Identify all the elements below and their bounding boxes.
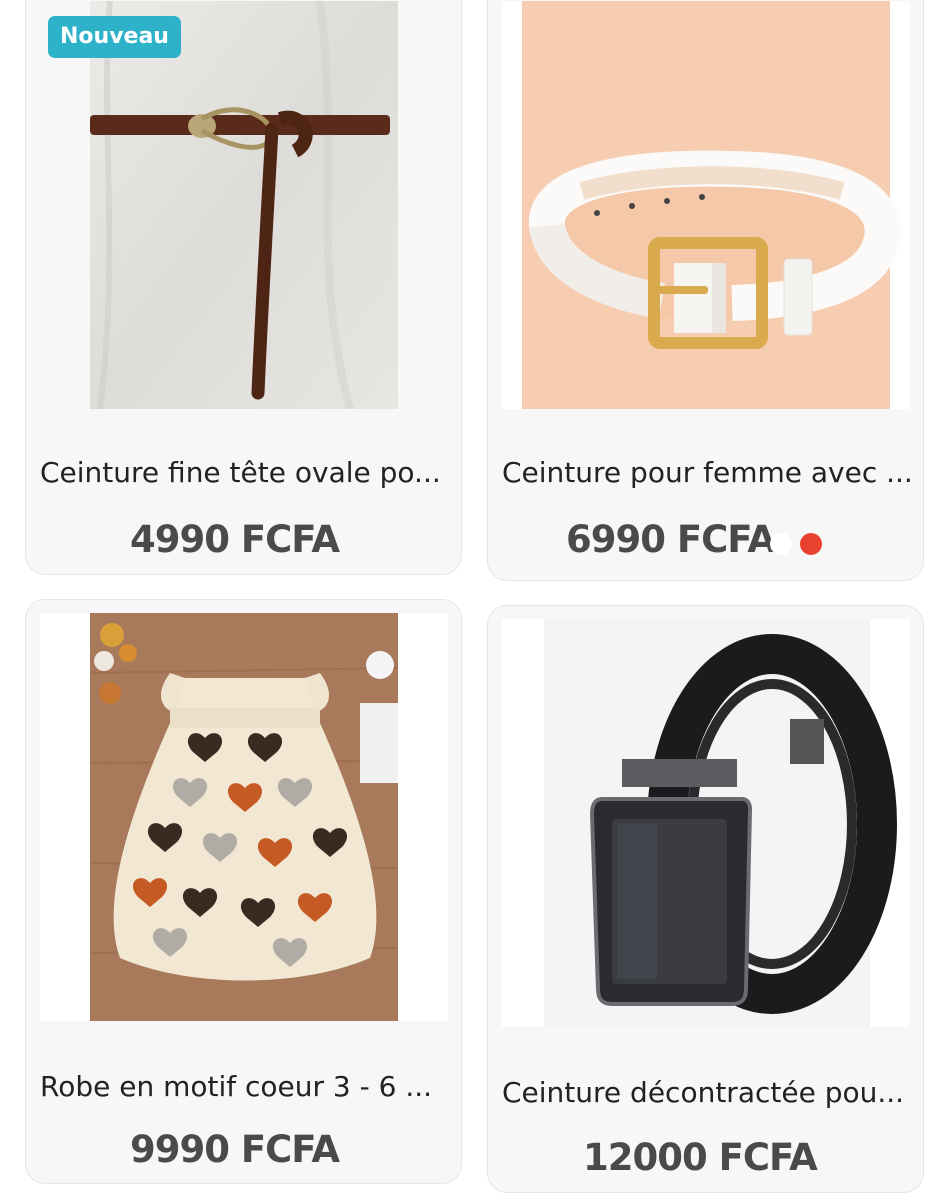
product-image[interactable] (502, 1, 910, 409)
carousel-dot-active[interactable] (800, 533, 822, 555)
product-card[interactable]: Robe en motif coeur 3 - 6 ... 9990 FCFA (25, 599, 462, 1184)
carousel-dot[interactable] (770, 533, 792, 555)
product-card[interactable]: Ceinture pour femme avec ... 6990 FCFA (487, 0, 924, 581)
product-image[interactable] (40, 613, 448, 1021)
black-leather-belt-photo (502, 619, 910, 1027)
heart-print-dress-photo (40, 613, 448, 1021)
product-price: 4990 FCFA (130, 518, 340, 561)
product-title[interactable]: Robe en motif coeur 3 - 6 ... (40, 1070, 450, 1103)
product-card[interactable]: Ceinture fine tête ovale po... 4990 FCFA (25, 0, 462, 575)
product-image[interactable] (90, 1, 398, 409)
white-belt-gold-buckle-photo (502, 1, 910, 409)
product-price: 6990 FCFA (566, 518, 776, 561)
product-title[interactable]: Ceinture fine tête ovale po... (40, 456, 450, 489)
brown-thin-belt-photo (90, 1, 398, 409)
product-title[interactable]: Ceinture pour femme avec ... (502, 456, 912, 489)
product-price: 12000 FCFA (583, 1136, 818, 1179)
product-image[interactable] (502, 619, 910, 1027)
product-card[interactable]: Ceinture décontractée pou... 12000 FCFA (487, 605, 924, 1193)
product-price: 9990 FCFA (130, 1128, 340, 1171)
product-title[interactable]: Ceinture décontractée pou... (502, 1076, 912, 1109)
new-badge: Nouveau (48, 16, 181, 58)
product-grid: Ceinture fine tête ovale po... 4990 FCFA… (0, 0, 949, 1200)
